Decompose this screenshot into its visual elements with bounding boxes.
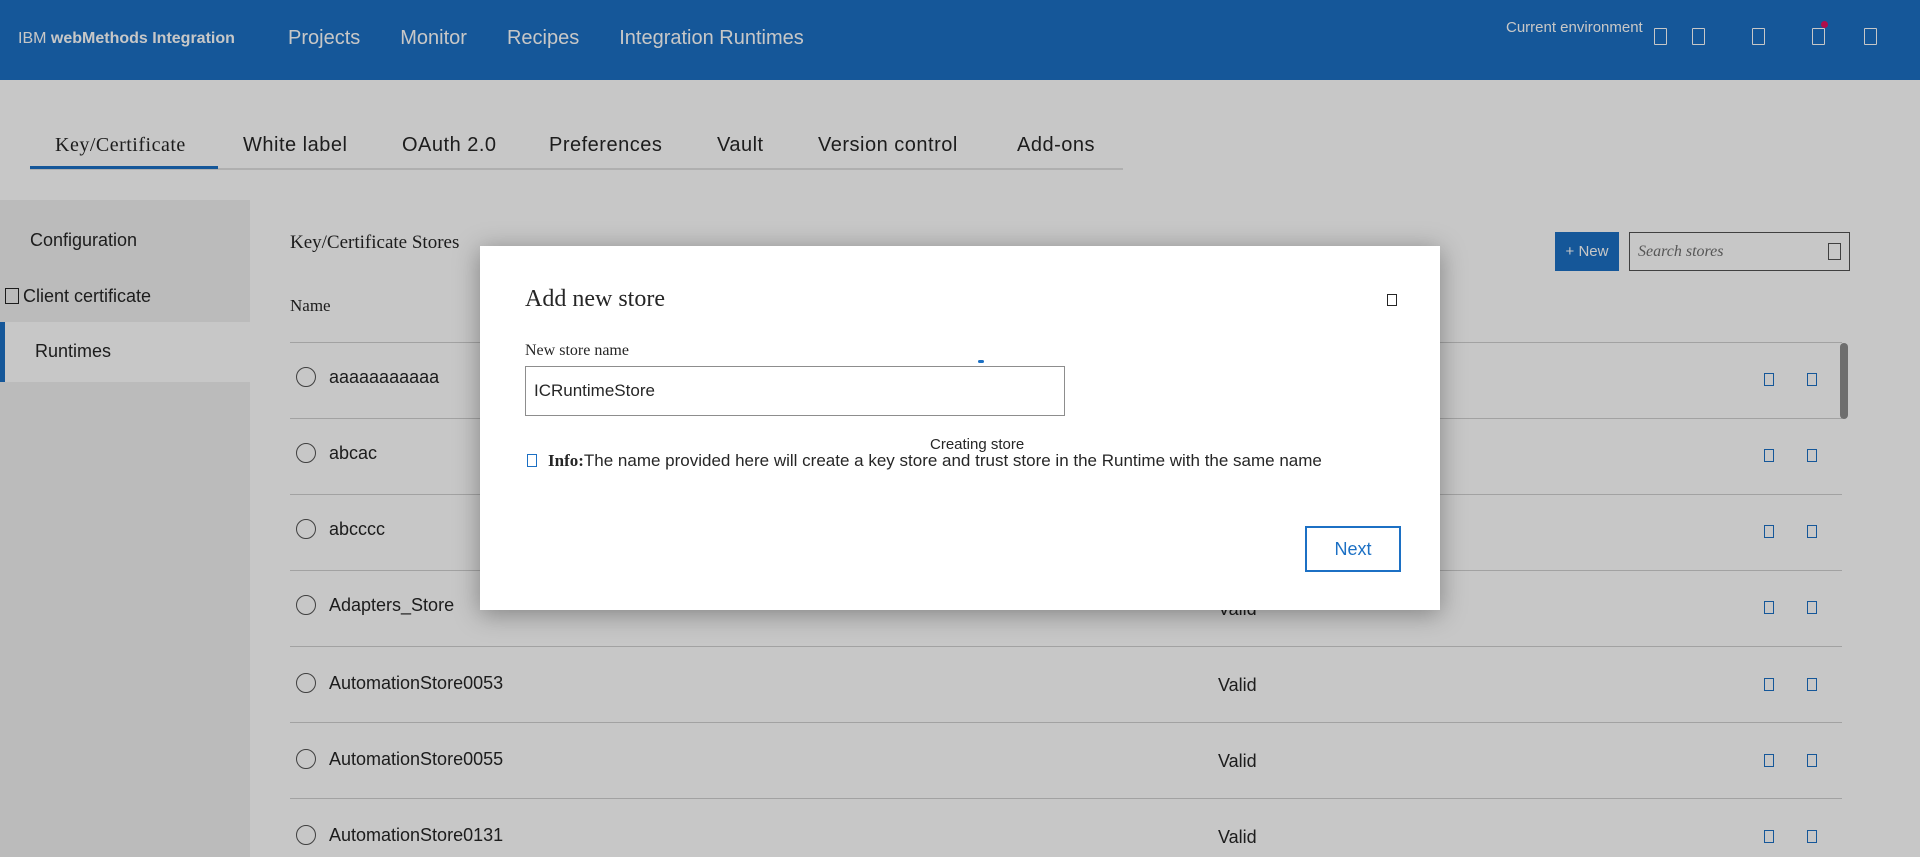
info-label: Info:	[548, 451, 584, 470]
info-message: Info:The name provided here will create …	[548, 451, 1322, 471]
close-icon[interactable]	[1387, 294, 1397, 306]
loading-spinner-icon	[978, 360, 984, 363]
info-text: The name provided here will create a key…	[583, 451, 1322, 470]
info-icon	[527, 454, 537, 467]
dialog-title: Add new store	[525, 286, 665, 312]
add-new-store-dialog: Add new store New store name Creating st…	[480, 246, 1440, 610]
next-button[interactable]: Next	[1305, 526, 1401, 572]
store-name-label: New store name	[525, 342, 629, 359]
store-name-input[interactable]	[525, 366, 1065, 416]
